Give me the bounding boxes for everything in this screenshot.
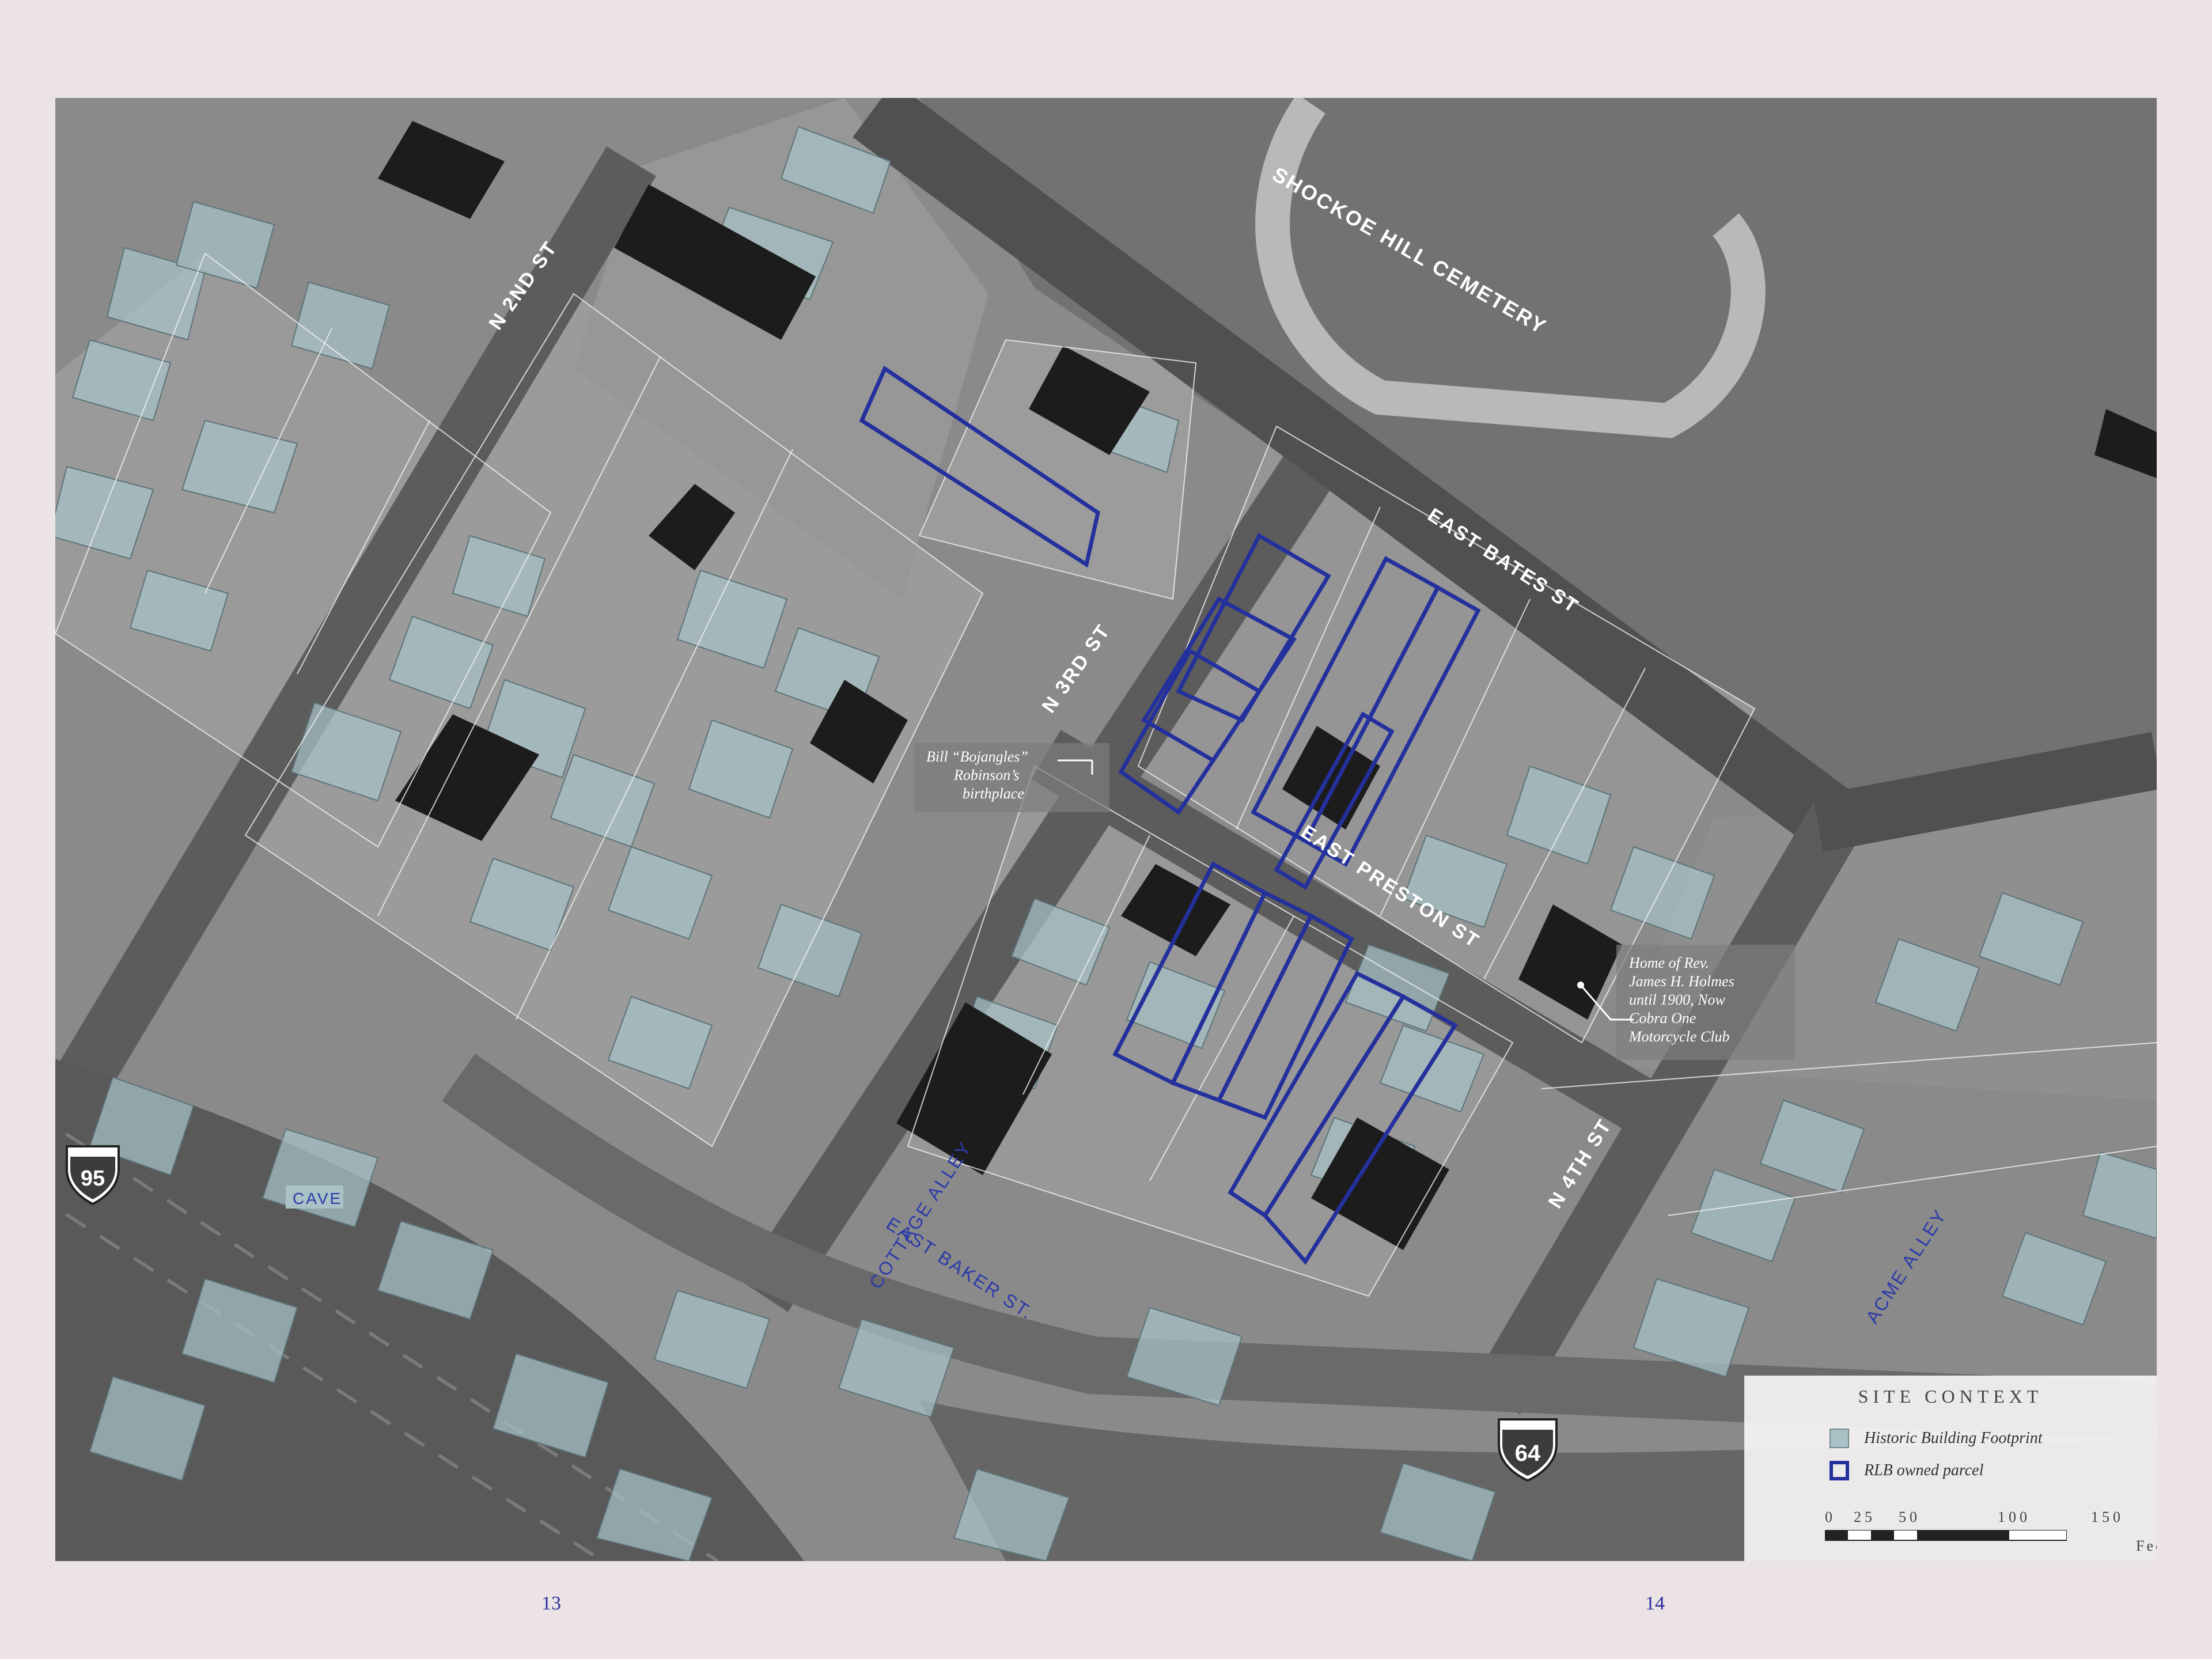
scale-bar-graphic: [1825, 1530, 2067, 1541]
legend-item-rlb: RLB owned parcel: [1830, 1461, 1983, 1480]
cave-label-group: CAVE: [286, 1185, 343, 1209]
holmes-line-2: James H. Holmes: [1629, 973, 1734, 990]
scale-tick-150: 150: [2091, 1509, 2124, 1525]
legend-label-rlb: RLB owned parcel: [1864, 1461, 1984, 1479]
holmes-line-4: Cobra One: [1629, 1010, 1696, 1027]
legend-label-historic: Historic Building Footprint: [1864, 1429, 2043, 1447]
bojangles-line-3: birthplace: [963, 785, 1024, 802]
scale-tick-0: 0: [1825, 1509, 1836, 1525]
site-context-map: N 2ND ST N 3RD ST N 4TH ST EAST BATES ST…: [55, 98, 2157, 1561]
scale-unit: Fee: [2136, 1537, 2157, 1554]
interstate-64-number: 64: [1515, 1441, 1541, 1466]
holmes-line-3: until 1900, Now: [1629, 991, 1726, 1008]
holmes-line-5: Motorcycle Club: [1628, 1028, 1729, 1045]
page-number-right: 14: [1645, 1593, 1665, 1614]
scale-tick-100: 100: [1998, 1509, 2031, 1525]
rlb-parcel-swatch: [1830, 1461, 1849, 1480]
annotation-bojangles: Bill “Bojangles” Robinson’s birthplace: [914, 743, 1109, 812]
legend-title: SITE CONTEXT: [1858, 1386, 2043, 1407]
historic-footprint-swatch: [1830, 1429, 1849, 1448]
bojangles-line-1: Bill “Bojangles”: [926, 748, 1028, 765]
holmes-line-1: Home of Rev.: [1628, 955, 1709, 971]
page-number-left: 13: [541, 1593, 561, 1614]
bojangles-line-2: Robinson’s: [953, 767, 1020, 783]
interstate-95-number: 95: [81, 1166, 105, 1191]
legend-item-historic: Historic Building Footprint: [1830, 1429, 2043, 1448]
scale-tick-25: 25: [1854, 1509, 1876, 1525]
legend-site-context: SITE CONTEXT Historic Building Footprint…: [1744, 1376, 2157, 1561]
label-cave: CAVE: [293, 1190, 342, 1207]
scale-tick-50: 50: [1899, 1509, 1921, 1525]
